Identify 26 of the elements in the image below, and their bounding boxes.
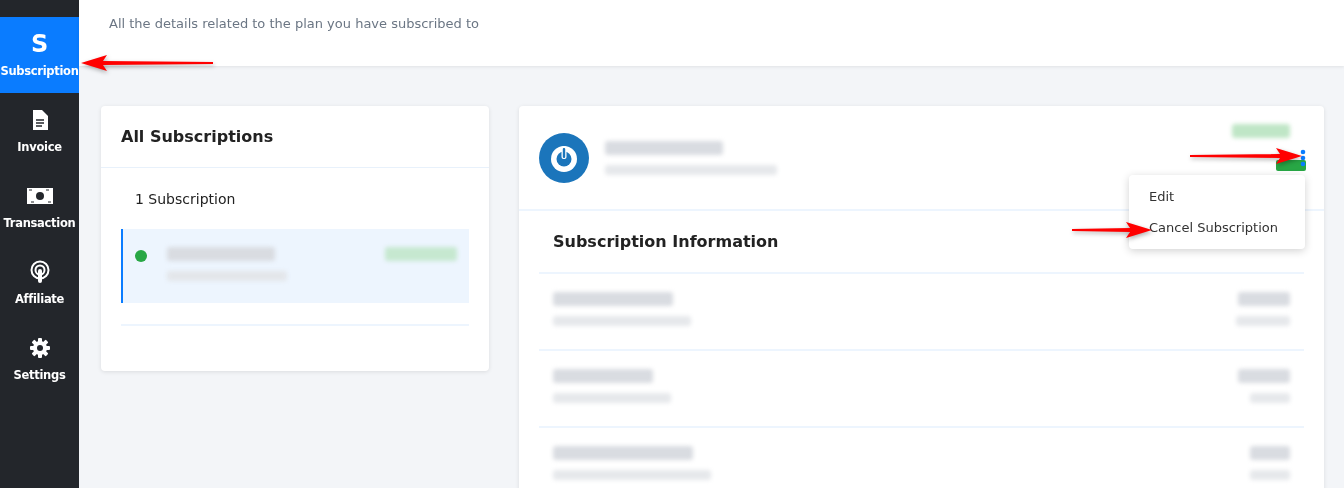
redacted-text [1250, 393, 1290, 403]
redacted-text [1238, 369, 1290, 383]
page-subtitle: All the details related to the plan you have subscribed to [109, 16, 480, 31]
redacted-text [1250, 446, 1290, 460]
settings-icon [29, 338, 50, 358]
sidebar-item[interactable]: S Subscription [0, 17, 79, 93]
sidebar-item[interactable]: Affiliate [0, 245, 79, 321]
menu-item[interactable]: Edit [1129, 181, 1305, 212]
document-icon [31, 110, 48, 130]
subscription-count: 1 Subscription [134, 190, 237, 209]
menu-item[interactable]: Cancel Subscription [1129, 212, 1305, 243]
sidebar-item[interactable]: Transaction [0, 169, 79, 245]
redacted-text [1250, 470, 1290, 480]
redacted-text [1232, 124, 1290, 138]
sidebar-item[interactable]: Invoice [0, 93, 79, 169]
more-icon[interactable] [1300, 149, 1306, 167]
redacted-text [385, 247, 457, 261]
podcast-icon [29, 260, 50, 284]
sidebar-item[interactable]: Settings [0, 321, 79, 397]
card-title: All Subscriptions [101, 106, 489, 168]
banknote-icon [26, 188, 53, 204]
avatar-icon [539, 132, 589, 183]
section-title: Subscription Information [553, 232, 779, 251]
redacted-text [1236, 316, 1290, 326]
letter-icon: S [31, 32, 48, 56]
redacted-text [1238, 292, 1290, 306]
